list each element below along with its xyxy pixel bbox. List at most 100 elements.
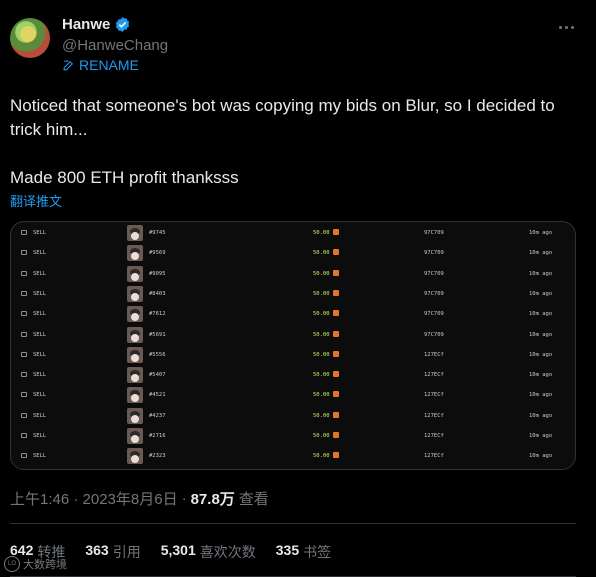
tweet-text: Noticed that someone's bot was copying m… — [10, 94, 586, 190]
time-ago: 10m ago — [529, 290, 553, 297]
like-count[interactable]: 5,301 喜欢次数 — [161, 542, 256, 562]
meta-separator: · — [181, 490, 187, 507]
time-ago: 10m ago — [529, 453, 553, 460]
activity-row: SELL #9095 50.00 97C709 10m ago — [11, 264, 575, 284]
time-ago: 10m ago — [529, 412, 553, 419]
buyer-address: 127ECf — [424, 372, 444, 379]
time-ago: 10m ago — [529, 372, 553, 379]
rename-link[interactable]: RENAME — [62, 57, 139, 73]
stat-label: 书签 — [303, 544, 332, 560]
activity-row: SELL #4237 50.00 127ECf 10m ago — [11, 406, 575, 426]
nft-thumbnail — [127, 225, 143, 241]
event-type: SELL — [33, 372, 47, 379]
buyer-address: 97C709 — [424, 331, 444, 338]
bookmark-count[interactable]: 335 书签 — [276, 542, 331, 562]
stat-label: 引用 — [112, 544, 141, 560]
token-id: #5556 — [149, 351, 166, 358]
price: 50.00 — [313, 250, 330, 257]
price: 50.00 — [313, 412, 330, 419]
blur-token-icon — [333, 371, 339, 378]
event-type: SELL — [33, 230, 47, 236]
price: 50.00 — [313, 453, 330, 460]
activity-row: SELL #8403 50.00 97C709 10m ago — [11, 284, 575, 304]
event-type: SELL — [33, 250, 47, 257]
token-id: #7612 — [149, 311, 166, 318]
token-id: #9569 — [149, 250, 166, 257]
watermark-text: 大数跨境 — [23, 559, 67, 571]
stat-number: 363 — [85, 542, 109, 558]
time-ago: 10m ago — [529, 311, 553, 318]
author-avatar[interactable] — [10, 18, 50, 58]
quote-count[interactable]: 363 引用 — [85, 542, 140, 562]
nft-thumbnail — [127, 245, 143, 262]
price: 50.00 — [313, 351, 330, 358]
token-id: #9095 — [149, 270, 166, 277]
sell-icon — [21, 290, 27, 296]
tweet-text-line-2: Made 800 ETH profit thanksss — [10, 168, 239, 187]
price: 50.00 — [313, 270, 330, 277]
time-ago: 10m ago — [529, 230, 553, 236]
price: 50.00 — [313, 392, 330, 399]
buyer-address: 97C709 — [424, 270, 444, 277]
sell-icon — [21, 392, 27, 398]
activity-row: SELL #5691 50.00 97C709 10m ago — [11, 325, 575, 345]
time-ago: 10m ago — [529, 270, 553, 277]
tweet-timestamp[interactable]: 上午1:46 · 2023年8月6日 — [10, 488, 178, 509]
buyer-address: 97C709 — [424, 290, 444, 297]
time-ago: 10m ago — [529, 351, 553, 358]
time-ago: 10m ago — [529, 433, 553, 439]
sell-icon — [21, 412, 27, 418]
activity-row: SELL #7612 50.00 97C709 10m ago — [11, 304, 575, 324]
view-count-label: 查看 — [238, 491, 269, 508]
nft-thumbnail — [127, 306, 143, 323]
token-id: #4521 — [149, 392, 166, 399]
blur-token-icon — [333, 249, 339, 256]
price: 50.00 — [313, 372, 330, 379]
time-ago: 10m ago — [529, 392, 553, 399]
divider — [10, 523, 576, 524]
event-type: SELL — [33, 351, 47, 358]
event-type: SELL — [33, 311, 47, 318]
translate-tweet-link[interactable]: 翻译推文 — [10, 191, 62, 210]
buyer-address: 127ECf — [424, 412, 444, 419]
tweet-media-image[interactable]: SELL #9745 50.00 97C709 10m ago SELL #9569 50.0… — [10, 221, 576, 470]
sell-icon — [21, 311, 27, 317]
watermark-logo: LO — [4, 556, 20, 572]
stat-number: 5,301 — [160, 542, 196, 558]
more-options-icon[interactable] — [554, 18, 578, 36]
blur-token-icon — [333, 269, 339, 276]
sell-icon — [21, 372, 27, 378]
event-type: SELL — [33, 290, 47, 297]
blur-token-icon — [333, 452, 339, 459]
event-type: SELL — [33, 453, 47, 460]
token-id: #2323 — [149, 453, 166, 460]
author-display-name[interactable]: Hanwe — [62, 16, 110, 33]
rename-label: RENAME — [79, 57, 139, 73]
price: 50.00 — [313, 433, 330, 439]
event-type: SELL — [33, 392, 47, 399]
buyer-address: 97C709 — [424, 250, 444, 257]
time-ago: 10m ago — [529, 331, 553, 338]
price: 50.00 — [313, 290, 330, 297]
token-id: #4237 — [149, 412, 166, 419]
token-id: #8403 — [149, 290, 166, 297]
price: 50.00 — [313, 331, 330, 338]
nft-thumbnail — [127, 448, 143, 465]
tweet-text-line-1: Noticed that someone's bot was copying m… — [10, 96, 555, 139]
blur-token-icon — [333, 330, 339, 337]
sell-icon — [21, 351, 27, 357]
tweet-header: Hanwe @HanweChang RENAME — [10, 14, 586, 78]
event-type: SELL — [33, 412, 47, 419]
blur-token-icon — [333, 310, 339, 317]
activity-row: SELL #9745 50.00 97C709 10m ago — [11, 223, 575, 243]
price: 50.00 — [313, 230, 330, 236]
nft-thumbnail — [127, 326, 143, 343]
sell-icon — [21, 230, 27, 235]
buyer-address: 97C709 — [424, 230, 444, 236]
author-handle[interactable]: @HanweChang — [62, 37, 168, 54]
event-type: SELL — [33, 433, 47, 439]
nft-thumbnail — [127, 367, 143, 384]
buyer-address: 127ECf — [424, 392, 444, 399]
verified-badge-icon — [116, 17, 130, 32]
blur-token-icon — [333, 289, 339, 296]
